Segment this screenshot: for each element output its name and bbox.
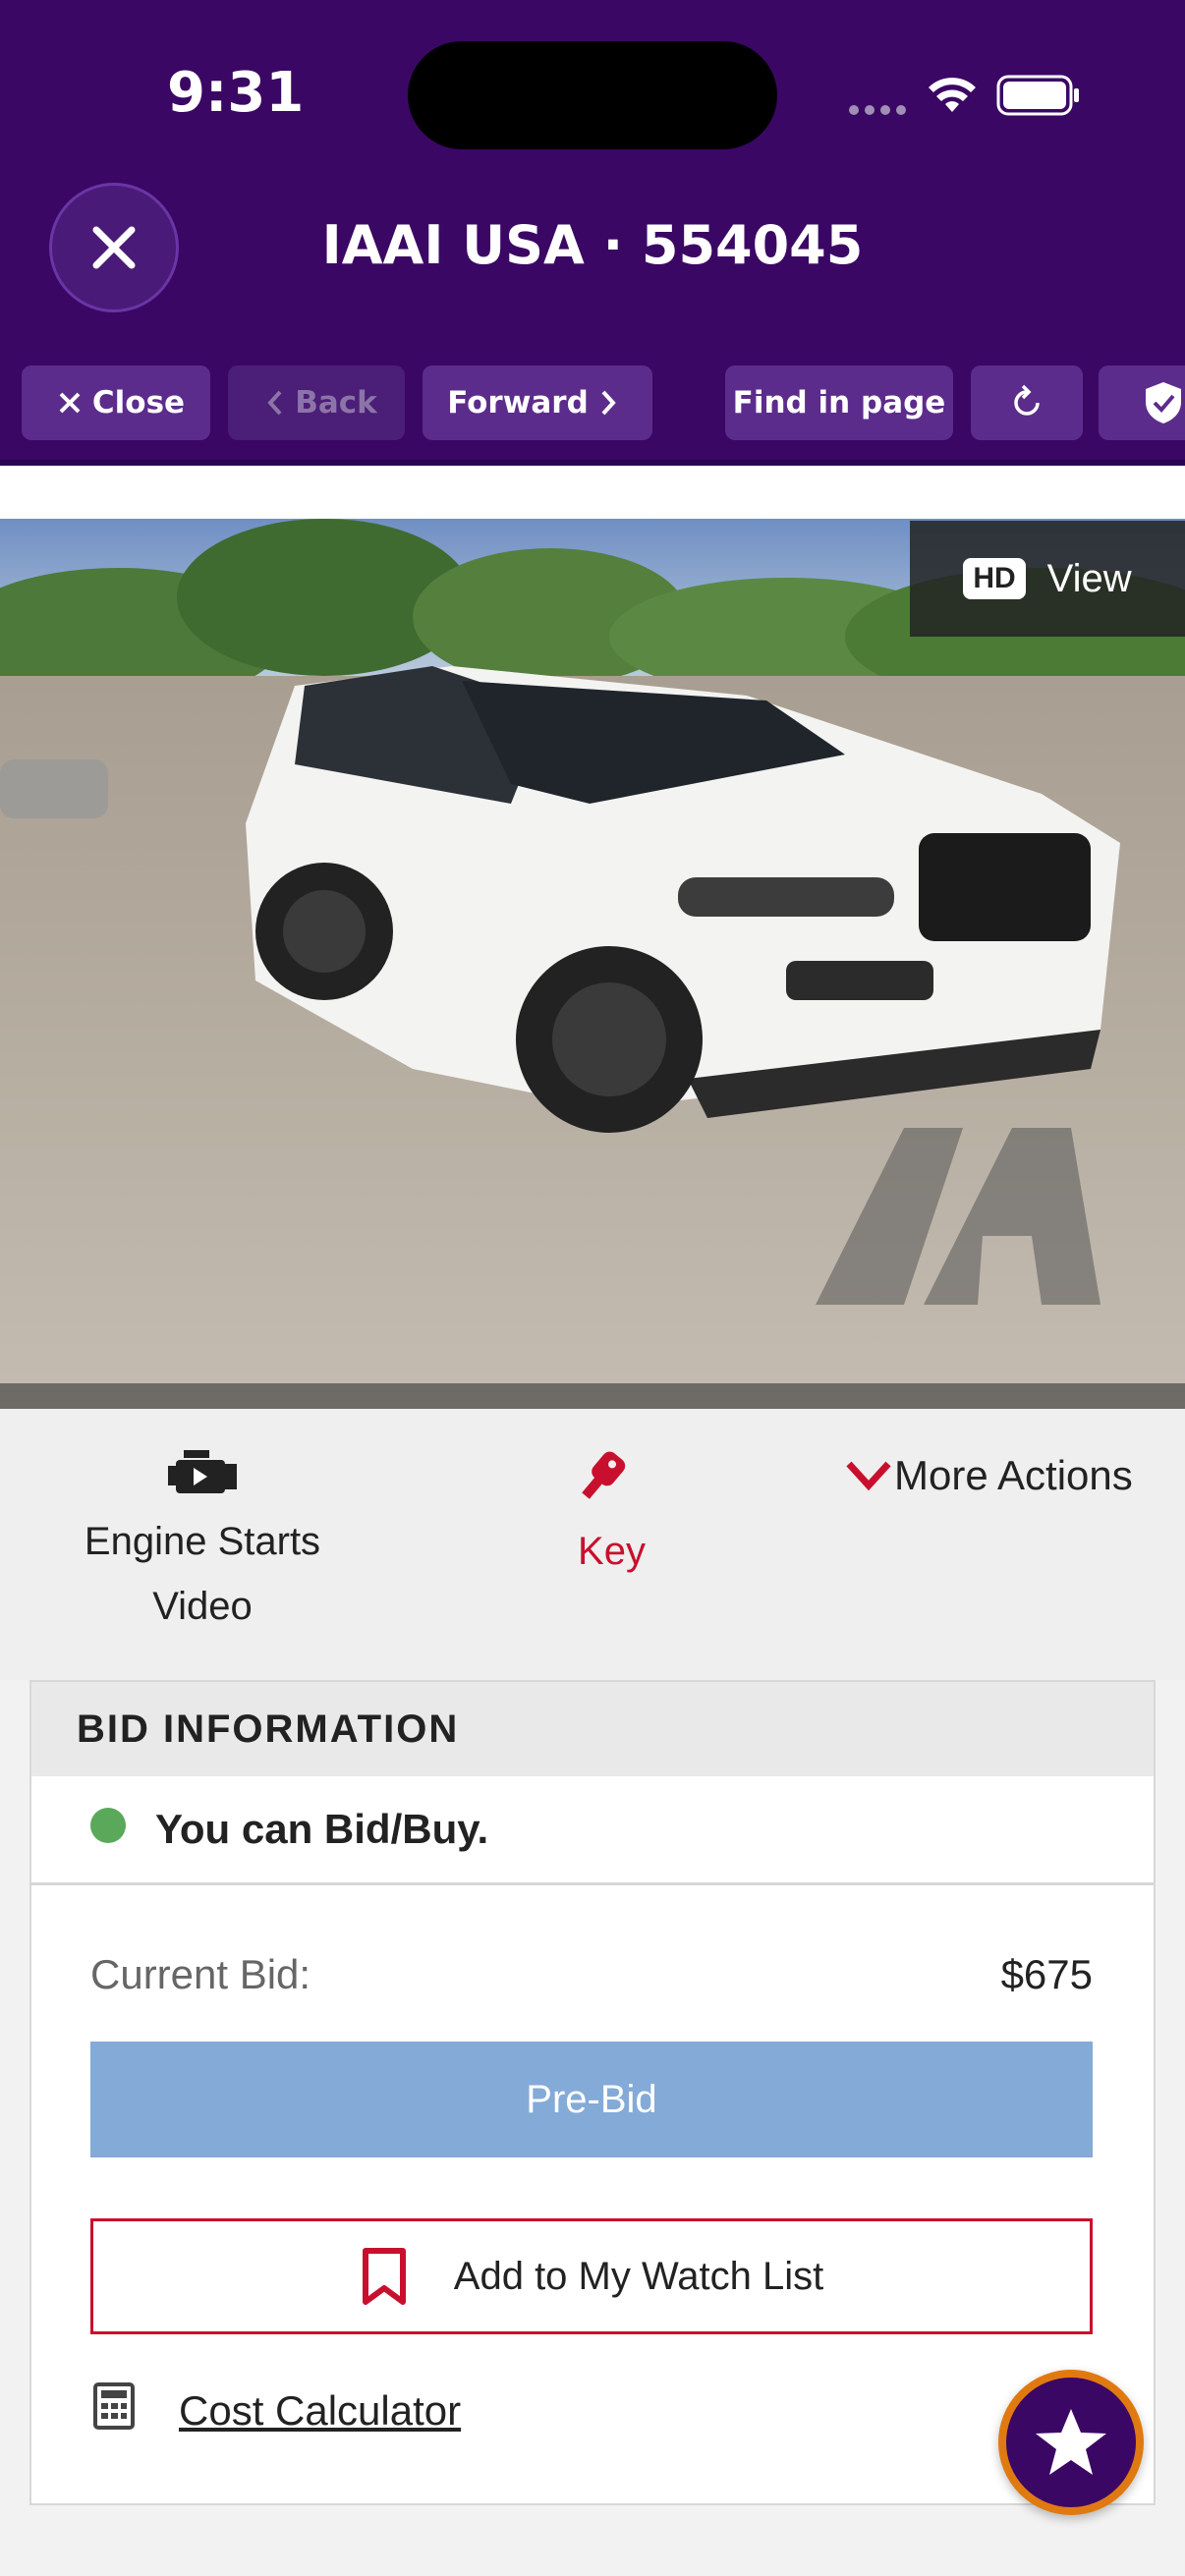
find-in-page-button[interactable]: Find in page	[725, 365, 953, 440]
engine-starts-video-button[interactable]: Engine Starts Video	[39, 1448, 366, 1639]
hd-view-button[interactable]: HD View	[910, 521, 1185, 637]
chevron-right-icon	[601, 390, 616, 416]
toolbar-back-label: Back	[295, 385, 377, 420]
more-actions-label: More Actions	[894, 1452, 1133, 1498]
find-in-page-label: Find in page	[732, 385, 946, 420]
key-icon	[581, 1451, 625, 1499]
dynamic-island	[408, 41, 777, 149]
pre-bid-label: Pre-Bid	[526, 2077, 657, 2121]
engine-icon	[168, 1450, 237, 1493]
bid-section-title: BID INFORMATION	[77, 1708, 460, 1751]
toolbar-forward-label: Forward	[447, 385, 589, 420]
battery-icon	[996, 75, 1079, 116]
add-to-watchlist-button[interactable]: Add to My Watch List	[90, 2218, 1093, 2334]
shield-button[interactable]	[1099, 365, 1185, 440]
hd-badge: HD	[963, 558, 1026, 599]
chevron-down-icon	[846, 1461, 891, 1491]
vehicle-image	[0, 519, 1185, 1409]
page-bottom-strip	[0, 2545, 1185, 2576]
status-dot-icon	[90, 1808, 126, 1843]
star-icon	[1036, 2409, 1106, 2475]
bid-status-text: You can Bid/Buy.	[155, 1806, 489, 1852]
calculator-icon	[93, 2382, 135, 2430]
chevron-left-icon	[267, 390, 282, 416]
close-icon	[59, 392, 81, 414]
key-label: Key	[578, 1530, 646, 1573]
shield-check-icon	[1146, 382, 1181, 423]
signal-icon	[849, 102, 912, 120]
page-top-bar	[0, 466, 1185, 519]
reload-icon	[1014, 384, 1040, 416]
hd-view-label: View	[1046, 556, 1132, 600]
bookmark-icon	[362, 2248, 406, 2305]
cost-calculator-link[interactable]: Cost Calculator	[179, 2387, 461, 2435]
engine-label-line2: Video	[152, 1585, 253, 1628]
wifi-icon	[929, 78, 976, 112]
toolbar-close-label: Close	[91, 385, 186, 420]
toolbar-back-button[interactable]: Back	[228, 365, 405, 440]
divider	[31, 1882, 1154, 1885]
page-title: IAAI USA · 554045	[321, 214, 864, 276]
more-actions-button[interactable]: More Actions	[843, 1452, 1133, 1499]
toolbar-forward-button[interactable]: Forward	[423, 365, 652, 440]
pre-bid-button[interactable]: Pre-Bid	[90, 2042, 1093, 2157]
current-bid-value: $675	[1000, 1951, 1093, 1997]
toolbar-close-button[interactable]: Close	[22, 365, 210, 440]
watchlist-label: Add to My Watch List	[453, 2254, 824, 2298]
current-bid-label: Current Bid:	[90, 1951, 311, 1997]
reload-button[interactable]	[971, 365, 1083, 440]
engine-label-line1: Engine Starts	[84, 1520, 321, 1563]
favorite-fab-button[interactable]	[998, 2370, 1144, 2515]
status-time: 9:31	[167, 61, 305, 125]
vehicle-photo[interactable]	[0, 519, 1185, 1409]
key-button[interactable]: Key	[511, 1448, 712, 1584]
